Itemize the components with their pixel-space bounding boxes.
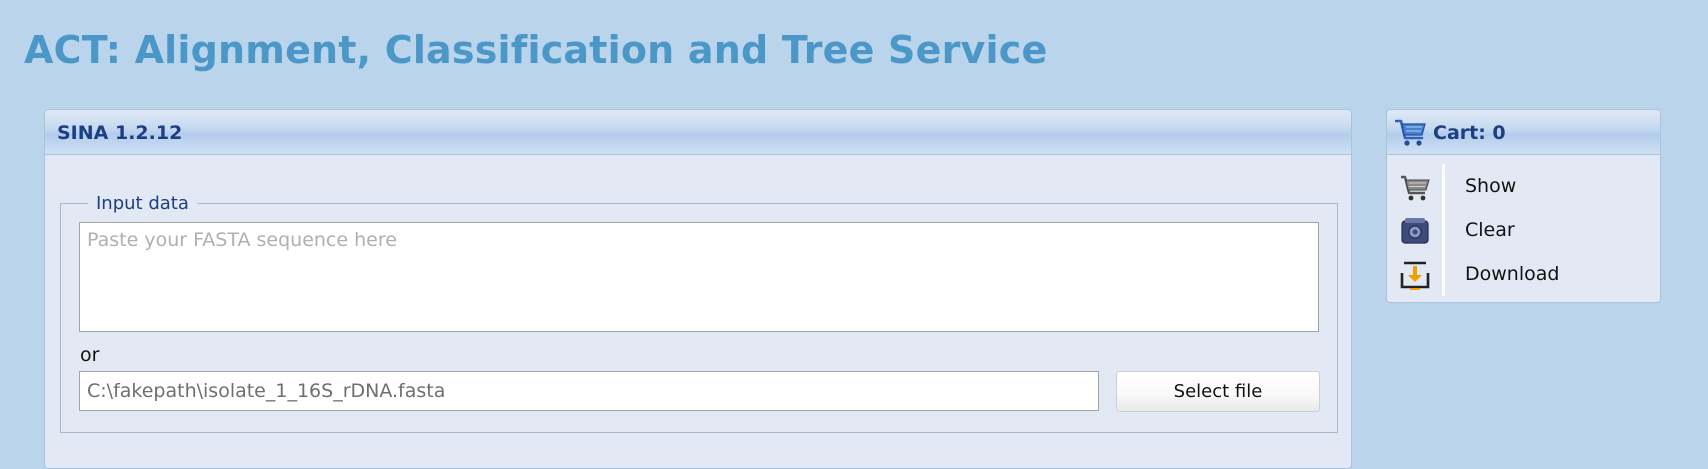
cart-download-label: Download [1465, 263, 1560, 285]
cart-title: Cart: 0 [1433, 122, 1506, 144]
cart-panel-header[interactable]: Cart: 0 [1387, 110, 1660, 155]
file-path-field[interactable]: C:\fakepath\isolate_1_16S_rDNA.fasta [79, 371, 1099, 411]
shopping-cart-icon [1395, 119, 1426, 146]
cart-show-item[interactable]: Show [1399, 169, 1649, 205]
cart-download-item[interactable]: Download [1399, 257, 1649, 293]
sina-panel-header: SINA 1.2.12 [45, 110, 1351, 155]
or-label: or [80, 344, 100, 366]
cart-clear-item[interactable]: Clear [1399, 213, 1649, 249]
cart-clear-label: Clear [1465, 219, 1515, 241]
sina-panel: SINA 1.2.12 Input data or C:\fakepath\is… [44, 109, 1352, 469]
select-file-button[interactable]: Select file [1116, 371, 1320, 412]
download-icon [1400, 261, 1430, 290]
cart-clear-icon [1401, 218, 1429, 244]
cart-view-icon [1401, 175, 1430, 201]
cart-panel: Cart: 0 Show Clear Download [1386, 109, 1661, 303]
page-title: ACT: Alignment, Classification and Tree … [24, 28, 1048, 72]
input-data-legend: Input data [96, 193, 189, 214]
fasta-sequence-input[interactable] [79, 222, 1319, 332]
cart-show-label: Show [1465, 175, 1517, 197]
sina-panel-title: SINA 1.2.12 [57, 122, 183, 144]
